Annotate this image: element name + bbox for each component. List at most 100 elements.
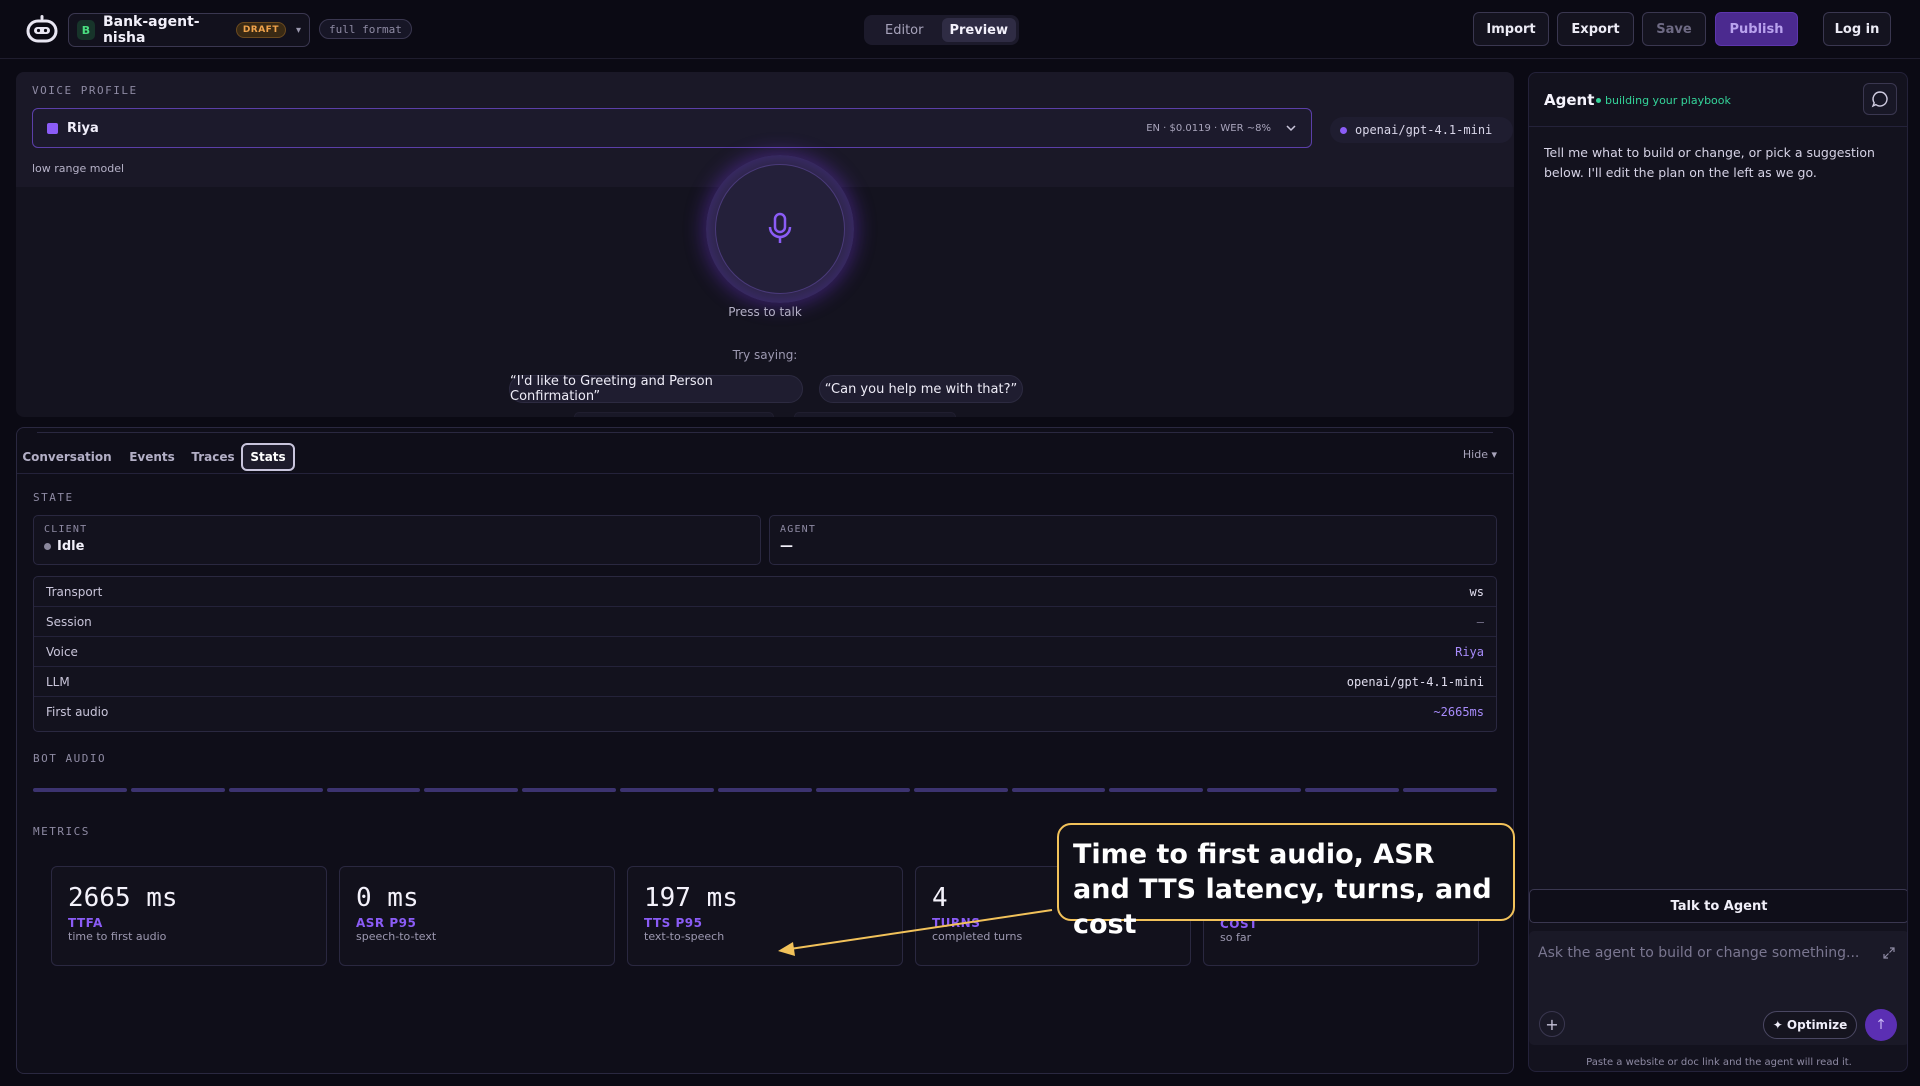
table-row: LLM openai/gpt-4.1-mini (34, 667, 1496, 697)
send-button[interactable]: ↑ (1865, 1009, 1897, 1041)
suggestion-chip[interactable]: “Can you help me with that?” (819, 375, 1023, 403)
audio-bar (130, 788, 225, 792)
tab-traces[interactable]: Traces (191, 443, 235, 471)
row-key: LLM (46, 674, 70, 689)
audio-bar (326, 788, 421, 792)
tab-conversation[interactable]: Conversation (22, 443, 111, 471)
voice-meta: EN · $0.0119 · WER ~8% (1146, 122, 1271, 134)
client-state-card: CLIENT Idle (33, 515, 761, 565)
optimize-button[interactable]: ✦ Optimize (1763, 1011, 1857, 1039)
agent-prompt-input[interactable]: Ask the agent to build or change somethi… (1538, 945, 1859, 961)
audio-bar (718, 788, 812, 792)
audio-bar (33, 788, 127, 792)
metric-card-asr: 0 ms ASR P95 speech-to-text (339, 866, 615, 966)
mic-button-inner (715, 164, 845, 294)
model-status-icon (1340, 126, 1347, 134)
row-value: ~2665ms (1433, 705, 1484, 719)
state-label: STATE (33, 491, 74, 504)
status-dot-icon (1596, 98, 1601, 103)
row-key: Transport (46, 584, 103, 599)
metric-value: 2665 ms (68, 883, 178, 913)
audio-bar (522, 788, 617, 792)
audio-bar (1403, 788, 1497, 792)
format-pill[interactable]: full format (319, 19, 412, 39)
hide-panel-button[interactable]: Hide ▾ (1463, 448, 1497, 461)
audio-bar (1109, 788, 1204, 792)
voice-select[interactable]: Riya EN · $0.0119 · WER ~8% (32, 108, 1312, 148)
table-row: First audio ~2665ms (34, 697, 1496, 727)
row-value: ws (1469, 584, 1484, 599)
metric-name: TTFA (68, 916, 103, 930)
draft-badge: DRAFT (235, 22, 286, 38)
client-state-value: Idle (57, 539, 85, 554)
try-saying-label: Try saying: (732, 348, 798, 362)
talk-to-agent-button[interactable]: Talk to Agent (1529, 889, 1907, 923)
chevron-down-icon: ▾ (295, 24, 301, 36)
idle-status-icon (44, 543, 51, 550)
table-row: Session – (34, 607, 1496, 637)
model-pill[interactable]: openai/gpt-4.1-mini (1330, 117, 1513, 143)
audio-bar (1207, 788, 1302, 792)
audio-bar (424, 788, 519, 792)
paste-hint: Paste a website or doc link and the agen… (1586, 1057, 1852, 1068)
audio-bar (913, 788, 1008, 792)
tab-events[interactable]: Events (129, 443, 175, 471)
audio-bar (1305, 788, 1400, 792)
suggestion-chip-partial[interactable] (794, 412, 956, 417)
row-value: Riya (1455, 644, 1484, 659)
microphone-icon (768, 212, 792, 243)
agent-status: building your playbook (1596, 94, 1731, 107)
voice-profile-panel: VOICE PROFILE Riya EN · $0.0119 · WER ~8… (16, 72, 1514, 417)
row-key: First audio (46, 705, 109, 719)
voice-profile-label: VOICE PROFILE (32, 84, 138, 97)
agent-panel: Agent building your playbook Tell me wha… (1528, 72, 1908, 1072)
mode-toggle: Editor Preview (864, 15, 1019, 45)
client-caption: CLIENT (44, 524, 88, 535)
login-button[interactable]: Log in (1823, 12, 1891, 46)
annotation-callout: Time to first audio, ASR and TTS latency… (1057, 823, 1515, 940)
save-button[interactable]: Save (1642, 12, 1706, 46)
import-button[interactable]: Import (1473, 12, 1549, 46)
agent-status-text: building your playbook (1605, 94, 1731, 107)
table-row: Transport ws (34, 577, 1496, 607)
tab-stats[interactable]: Stats (241, 443, 295, 471)
chat-history-button[interactable] (1863, 83, 1897, 115)
agent-name: Bank-agent-nisha (102, 14, 200, 46)
panel-tabs: Conversation Events Traces Stats Hide ▾ (17, 428, 1513, 474)
voice-name: Riya (67, 120, 99, 136)
chevron-down-icon (1286, 125, 1296, 132)
row-key: Session (46, 614, 92, 629)
preview-mode-button[interactable]: Preview (941, 18, 1016, 42)
press-to-talk-label: Press to talk (728, 305, 802, 319)
push-to-talk-button[interactable] (706, 155, 854, 303)
attach-button[interactable]: + (1539, 1011, 1565, 1037)
metric-subtitle: time to first audio (68, 930, 167, 943)
agent-selector[interactable]: B Bank-agent-nisha DRAFT ▾ (68, 13, 310, 47)
audio-bar (1011, 788, 1106, 792)
editor-mode-button[interactable]: Editor (867, 18, 942, 42)
metric-subtitle: speech-to-text (356, 930, 437, 943)
agent-avatar: B (77, 20, 95, 40)
client-state: Idle (44, 539, 750, 554)
voice-color-icon (47, 122, 58, 134)
suggestion-chip[interactable]: “I'd like to Greeting and Person Confirm… (509, 374, 803, 404)
audio-bar (815, 788, 910, 792)
row-value: openai/gpt-4.1-mini (1346, 674, 1484, 689)
agent-panel-title: Agent (1544, 91, 1595, 109)
export-button[interactable]: Export (1557, 12, 1634, 46)
metrics-label: METRICS (33, 825, 90, 838)
expand-icon[interactable] (1883, 947, 1895, 959)
audio-bar (228, 788, 323, 792)
robot-logo-icon[interactable] (26, 14, 58, 44)
bot-audio-meter (33, 788, 1497, 792)
suggestion-chip-partial[interactable] (574, 412, 774, 417)
chat-bubble-icon (1871, 91, 1888, 108)
metric-subtitle: text-to-speech (644, 930, 725, 943)
agent-state-value: — (780, 539, 793, 554)
metric-card-ttfa: 2665 ms TTFA time to first audio (51, 866, 327, 966)
audio-bar (620, 788, 715, 792)
publish-button[interactable]: Publish (1715, 12, 1798, 46)
session-info-table: Transport ws Session – Voice Riya LLM op… (33, 576, 1497, 732)
row-value: – (1476, 614, 1484, 629)
bot-audio-label: BOT AUDIO (33, 752, 107, 765)
